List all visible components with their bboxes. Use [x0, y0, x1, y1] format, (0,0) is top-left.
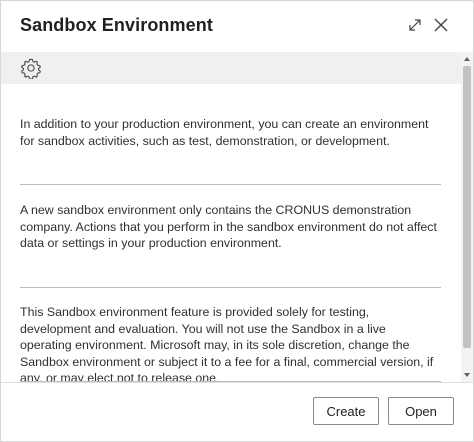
dialog-title: Sandbox Environment [20, 15, 213, 35]
content-divider [20, 287, 441, 288]
content-divider [20, 184, 441, 185]
sandbox-environment-dialog: Sandbox Environment In addition to your … [0, 0, 474, 442]
gear-icon[interactable] [20, 57, 42, 80]
open-button[interactable]: Open [388, 397, 454, 425]
vertical-scrollbar[interactable] [461, 52, 473, 382]
dialog-content: In addition to your production environme… [1, 84, 461, 382]
terms-paragraph: This Sandbox environment feature is prov… [20, 305, 434, 382]
expand-icon[interactable] [406, 16, 424, 34]
cronus-paragraph: A new sandbox environment only contains … [20, 203, 437, 250]
create-button[interactable]: Create [313, 397, 379, 425]
close-icon[interactable] [432, 16, 450, 34]
footer-divider [1, 382, 473, 383]
scroll-down-icon[interactable] [464, 373, 470, 377]
scroll-up-icon[interactable] [464, 57, 470, 61]
scroll-thumb[interactable] [463, 66, 471, 348]
intro-paragraph: In addition to your production environme… [20, 117, 429, 148]
dialog-toolbar [1, 52, 461, 84]
dialog-titlebar: Sandbox Environment [1, 1, 473, 51]
